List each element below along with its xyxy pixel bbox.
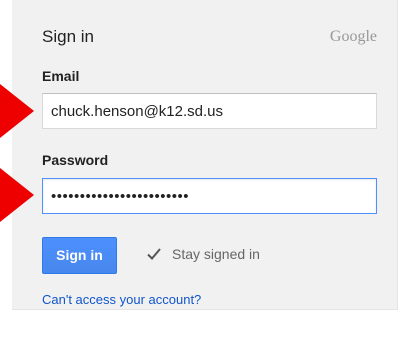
page-title: Sign in bbox=[42, 27, 94, 46]
cant-access-account-link[interactable]: Can't access your account? bbox=[42, 292, 201, 307]
stay-signed-in-checkbox[interactable]: Stay signed in bbox=[146, 246, 260, 262]
email-label: Email bbox=[42, 68, 80, 84]
checkmark-icon bbox=[146, 246, 162, 262]
signin-card: Sign in Google Email Password Sign in St… bbox=[12, 0, 398, 310]
sign-in-button[interactable]: Sign in bbox=[42, 237, 117, 274]
email-field[interactable] bbox=[42, 93, 377, 129]
page: Sign in Google Email Password Sign in St… bbox=[0, 0, 410, 338]
brand-logo: Google bbox=[329, 28, 377, 45]
arrow-right-icon bbox=[0, 168, 34, 222]
password-label: Password bbox=[42, 152, 109, 168]
arrow-right-icon bbox=[0, 84, 34, 138]
password-field[interactable] bbox=[42, 178, 377, 214]
stay-signed-in-label: Stay signed in bbox=[172, 246, 260, 262]
